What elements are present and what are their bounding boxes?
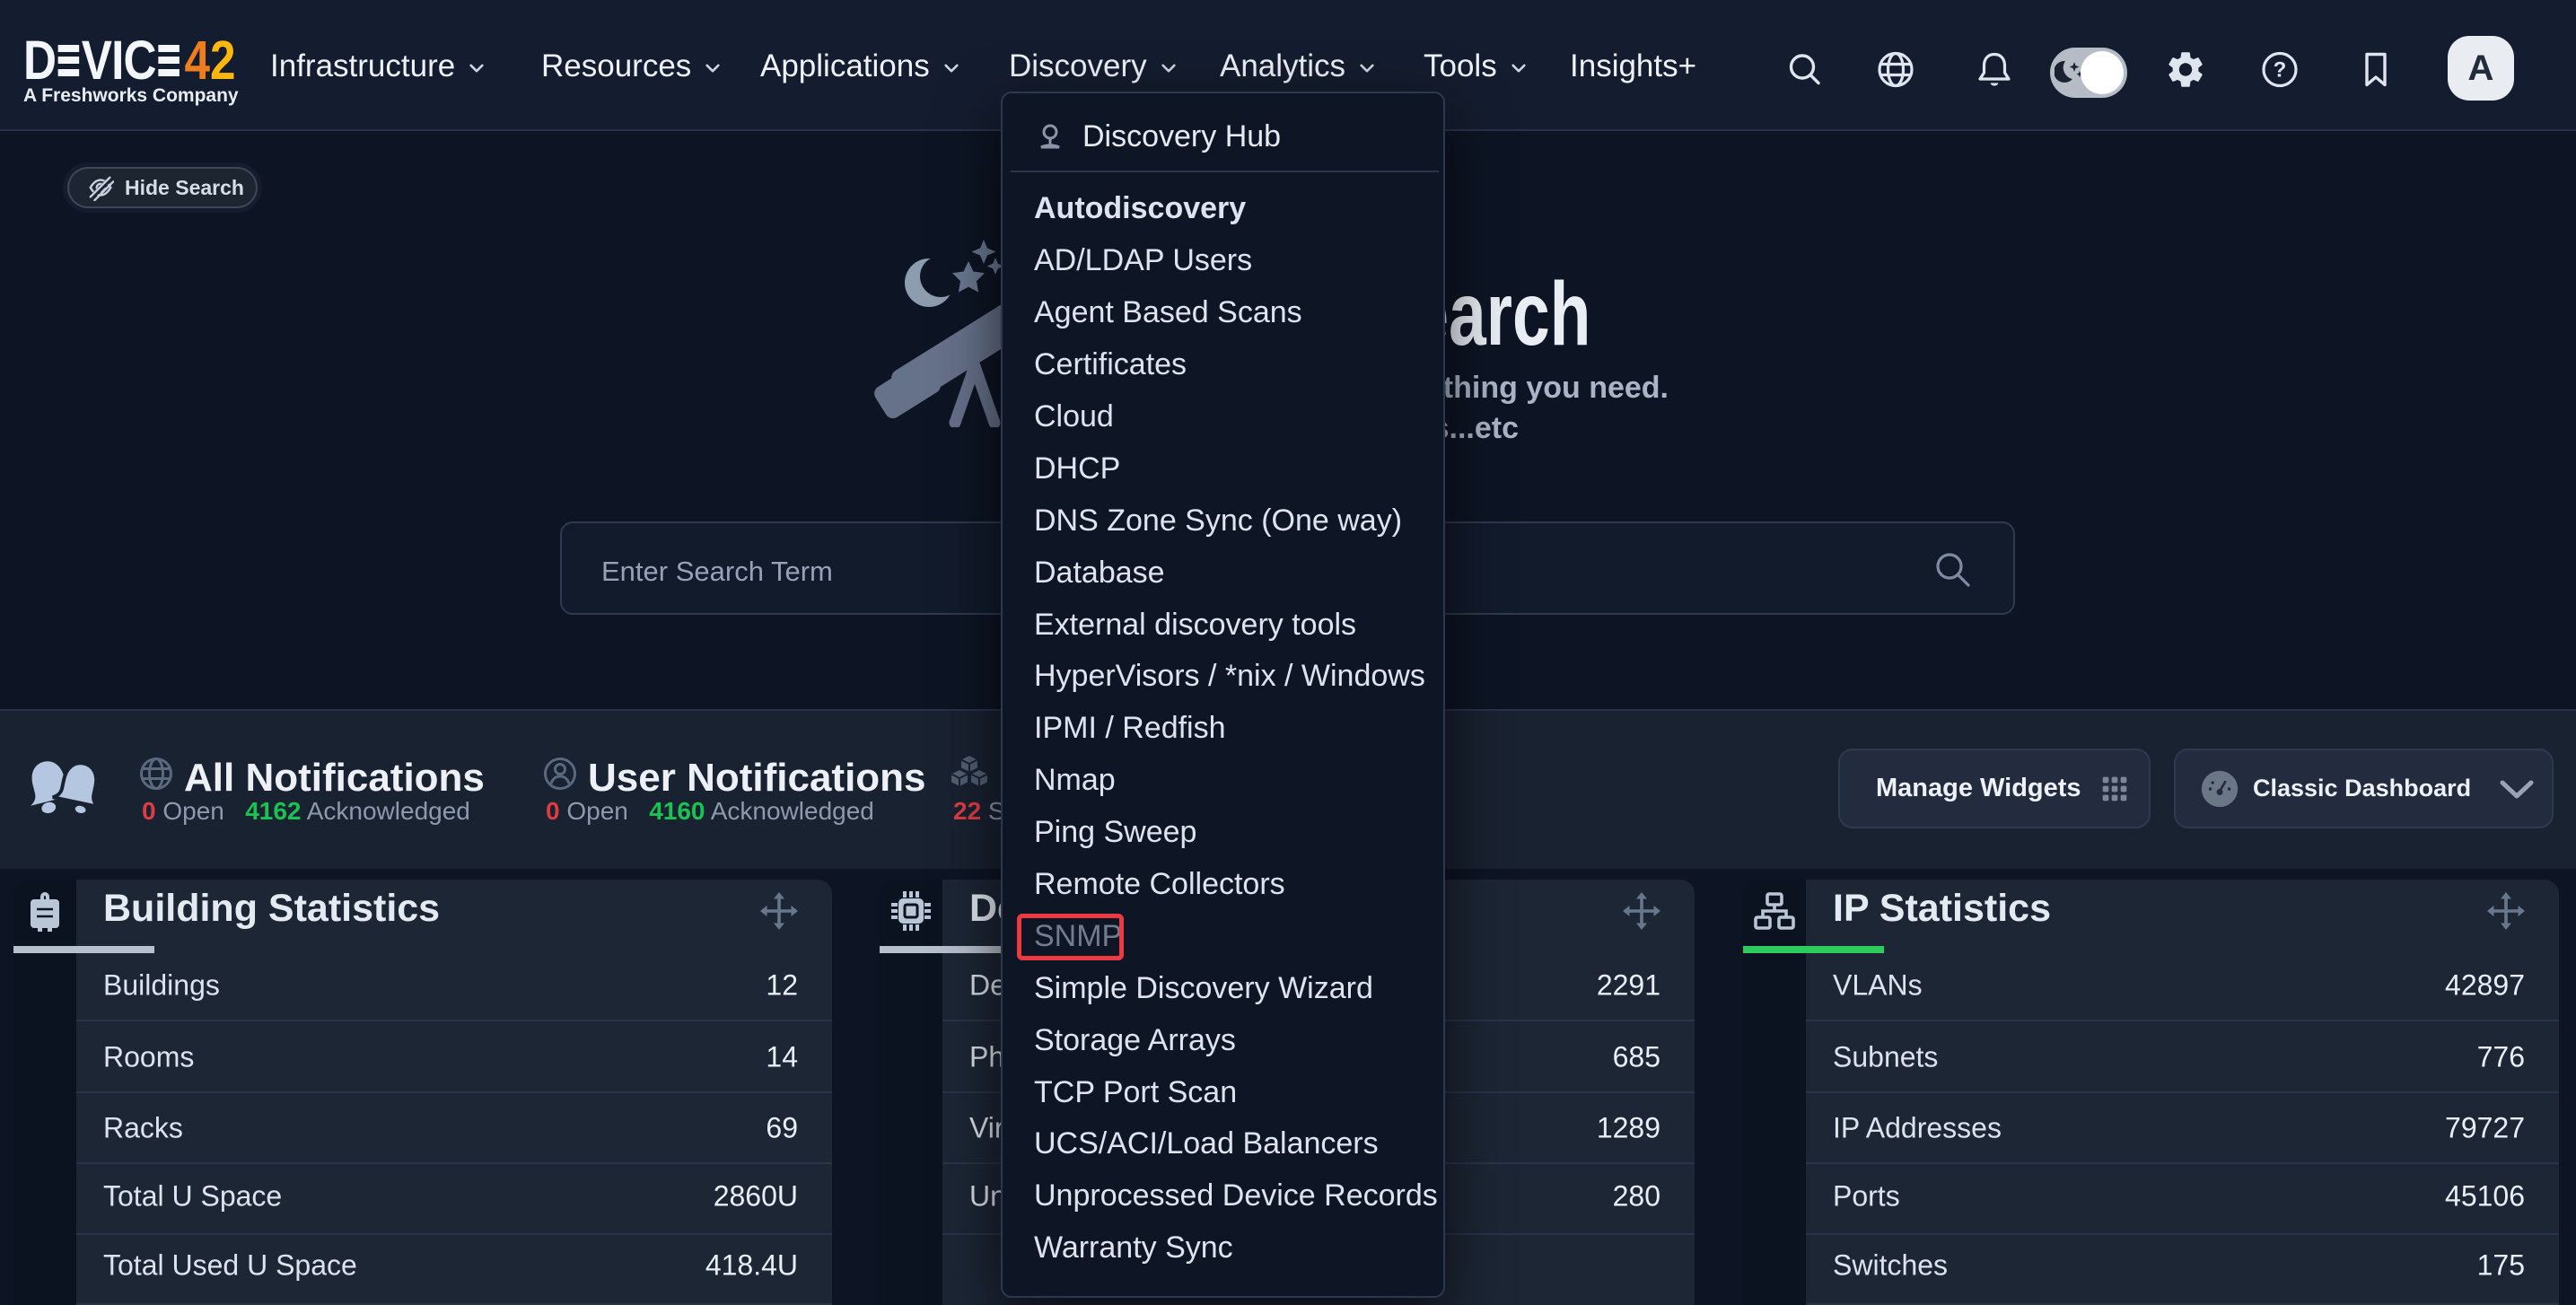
svg-text:?: ? [2274,58,2287,83]
